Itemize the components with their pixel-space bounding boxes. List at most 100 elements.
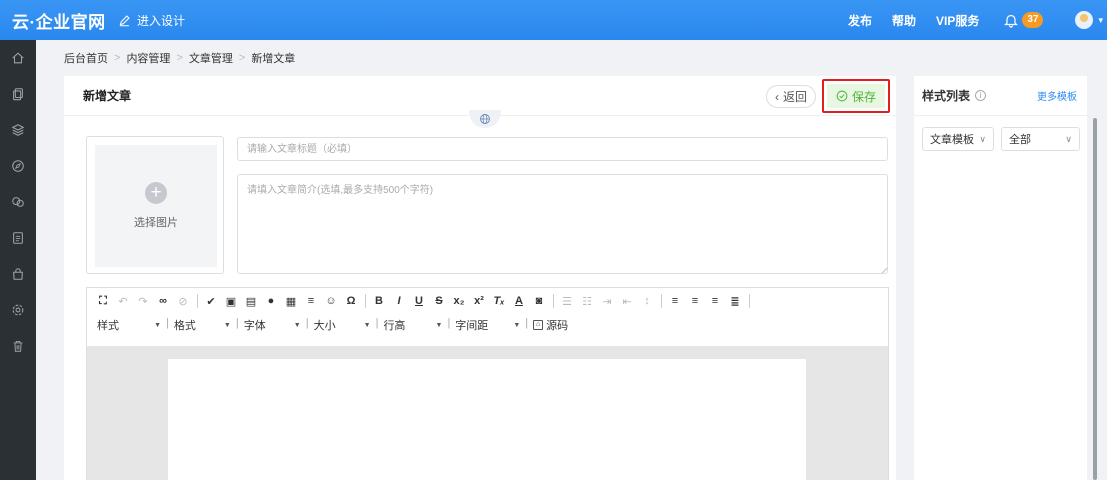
style-dropdown-label: 样式 — [97, 320, 119, 332]
indent-icon[interactable]: ⇥ — [599, 293, 615, 309]
redo-icon[interactable]: ↷ — [135, 293, 151, 309]
vip-service-link[interactable]: VIP服务 — [926, 0, 989, 40]
scrollbar[interactable] — [1093, 118, 1097, 480]
settings-icon[interactable] — [0, 292, 36, 328]
breadcrumb-content[interactable]: 内容管理 — [126, 50, 170, 66]
publish-button[interactable]: 发布 — [838, 0, 882, 40]
editor-content-area[interactable] — [168, 359, 806, 480]
source-code-label: 源码 — [546, 320, 569, 332]
chevron-down-icon[interactable]: ▾ — [1098, 15, 1103, 26]
enter-design-button[interactable]: 进入设计 — [108, 0, 195, 40]
copy-icon[interactable] — [0, 76, 36, 112]
letter-spacing-dropdown[interactable]: 字间距 ▼ — [455, 317, 520, 333]
avatar[interactable] — [1075, 11, 1094, 29]
special-char-icon[interactable]: Ω — [343, 293, 359, 309]
app-logo[interactable]: 云·企业官网 — [0, 8, 108, 33]
remove-format-icon[interactable]: Tₓ — [491, 293, 507, 309]
horizontal-rule-icon[interactable]: ≡ — [303, 293, 319, 309]
save-button[interactable]: 保存 — [827, 84, 885, 108]
toolbar-divider — [749, 294, 750, 308]
toolbar-divider — [553, 294, 554, 308]
breadcrumb-separator: > — [176, 52, 183, 64]
toolbar-divider: | — [375, 317, 379, 329]
emoji-icon[interactable]: ☺ — [323, 293, 339, 309]
article-title-input[interactable] — [237, 137, 888, 161]
back-button[interactable]: ‹ 返回 — [766, 85, 817, 108]
code-icon: ⌂ — [533, 320, 544, 330]
ordered-list-icon[interactable]: ☰ — [559, 293, 575, 309]
shop-icon[interactable] — [0, 256, 36, 292]
size-dropdown[interactable]: 大小 ▼ — [314, 317, 371, 333]
breadcrumb-articles[interactable]: 文章管理 — [189, 50, 233, 66]
undo-icon[interactable]: ↶ — [115, 293, 131, 309]
font-color-icon[interactable]: A — [511, 293, 527, 309]
line-height-dropdown-label: 行高 — [383, 320, 406, 332]
italic-icon[interactable]: I — [391, 293, 407, 309]
template-type-select[interactable]: 文章模板 ∨ — [922, 127, 994, 151]
underline-icon[interactable]: U — [411, 293, 427, 309]
more-templates-link[interactable]: 更多模板 — [1037, 88, 1077, 103]
bell-icon — [1004, 14, 1019, 28]
style-dropdown[interactable]: 样式 ▼ — [97, 317, 161, 333]
format-painter-icon[interactable]: ✔ — [203, 293, 219, 309]
align-left-icon[interactable]: ≡ — [667, 293, 683, 309]
superscript-icon[interactable]: x² — [471, 293, 487, 309]
plus-icon: + — [145, 182, 167, 204]
line-height-dropdown[interactable]: 行高 ▼ — [383, 317, 442, 333]
line-spacing-icon[interactable]: ↕ — [639, 293, 655, 309]
caret-down-icon: ▼ — [513, 321, 521, 329]
bold-icon[interactable]: B — [371, 293, 387, 309]
image-icon[interactable]: ▣ — [223, 293, 239, 309]
editor-toolbar: ⛶ ↶ ↷ ∞ ⊘ ✔ ▣ ▤ ● ▦ ≡ ☺ Ω B I U S x₂ x² … — [87, 288, 888, 314]
template-filter-value: 全部 — [1009, 134, 1031, 146]
notifications-button[interactable]: 37 — [989, 12, 1057, 28]
clear-format-icon[interactable]: ● — [263, 293, 279, 309]
chat-icon[interactable] — [0, 184, 36, 220]
link-icon[interactable]: ∞ — [155, 293, 171, 309]
style-list-panel: 样式列表 i 更多模板 文章模板 ∨ 全部 ∨ — [914, 76, 1087, 480]
document-icon[interactable] — [0, 220, 36, 256]
media-icon[interactable]: ▤ — [243, 293, 259, 309]
align-justify-icon[interactable]: ≣ — [727, 293, 743, 309]
template-type-value: 文章模板 — [930, 134, 974, 146]
align-center-icon[interactable]: ≡ — [687, 293, 703, 309]
unordered-list-icon[interactable]: ☷ — [579, 293, 595, 309]
subscript-icon[interactable]: x₂ — [451, 293, 467, 309]
toolbar-divider — [365, 294, 366, 308]
format-dropdown-label: 格式 — [173, 320, 196, 332]
compass-icon[interactable] — [0, 148, 36, 184]
image-picker-area[interactable]: + 选择图片 — [95, 145, 217, 267]
unlink-icon[interactable]: ⊘ — [175, 293, 191, 309]
toolbar-divider: | — [305, 317, 309, 329]
layers-icon[interactable] — [0, 112, 36, 148]
font-dropdown[interactable]: 字体 ▼ — [244, 317, 301, 333]
language-toggle[interactable] — [469, 110, 501, 128]
template-filter-select[interactable]: 全部 ∨ — [1001, 127, 1080, 151]
outdent-icon[interactable]: ⇤ — [619, 293, 635, 309]
globe-icon — [480, 114, 490, 124]
breadcrumb-home[interactable]: 后台首页 — [64, 50, 108, 66]
trash-icon[interactable] — [0, 328, 36, 364]
strikethrough-icon[interactable]: S — [431, 293, 447, 309]
fullscreen-icon[interactable]: ⛶ — [95, 293, 111, 309]
chevron-down-icon: ∨ — [1065, 133, 1072, 144]
letter-spacing-dropdown-label: 字间距 — [455, 320, 489, 332]
caret-down-icon: ▼ — [363, 321, 371, 329]
background-color-icon[interactable]: ◙ — [531, 293, 547, 309]
size-dropdown-label: 大小 — [313, 320, 336, 332]
editor-format-bar: 样式 ▼ | 格式 ▼ | 字体 ▼ | 大小 ▼ | 行高 ▼ | 字间距 ▼ | ⌂ 源… — [87, 314, 888, 345]
home-icon[interactable] — [0, 40, 36, 76]
icon-sidebar — [0, 40, 36, 480]
check-circle-icon — [836, 90, 848, 102]
image-picker[interactable]: + 选择图片 — [86, 136, 224, 274]
help-link[interactable]: 帮助 — [882, 0, 926, 40]
table-icon[interactable]: ▦ — [283, 293, 299, 309]
info-icon[interactable]: i — [975, 90, 987, 101]
editor-canvas — [87, 346, 888, 480]
source-code-button[interactable]: ⌂ 源码 — [533, 317, 568, 333]
format-dropdown[interactable]: 格式 ▼ — [174, 317, 231, 333]
align-right-icon[interactable]: ≡ — [707, 293, 723, 309]
article-summary-input[interactable] — [237, 174, 888, 274]
caret-down-icon: ▼ — [293, 321, 301, 329]
breadcrumb-current: 新增文章 — [251, 53, 296, 65]
